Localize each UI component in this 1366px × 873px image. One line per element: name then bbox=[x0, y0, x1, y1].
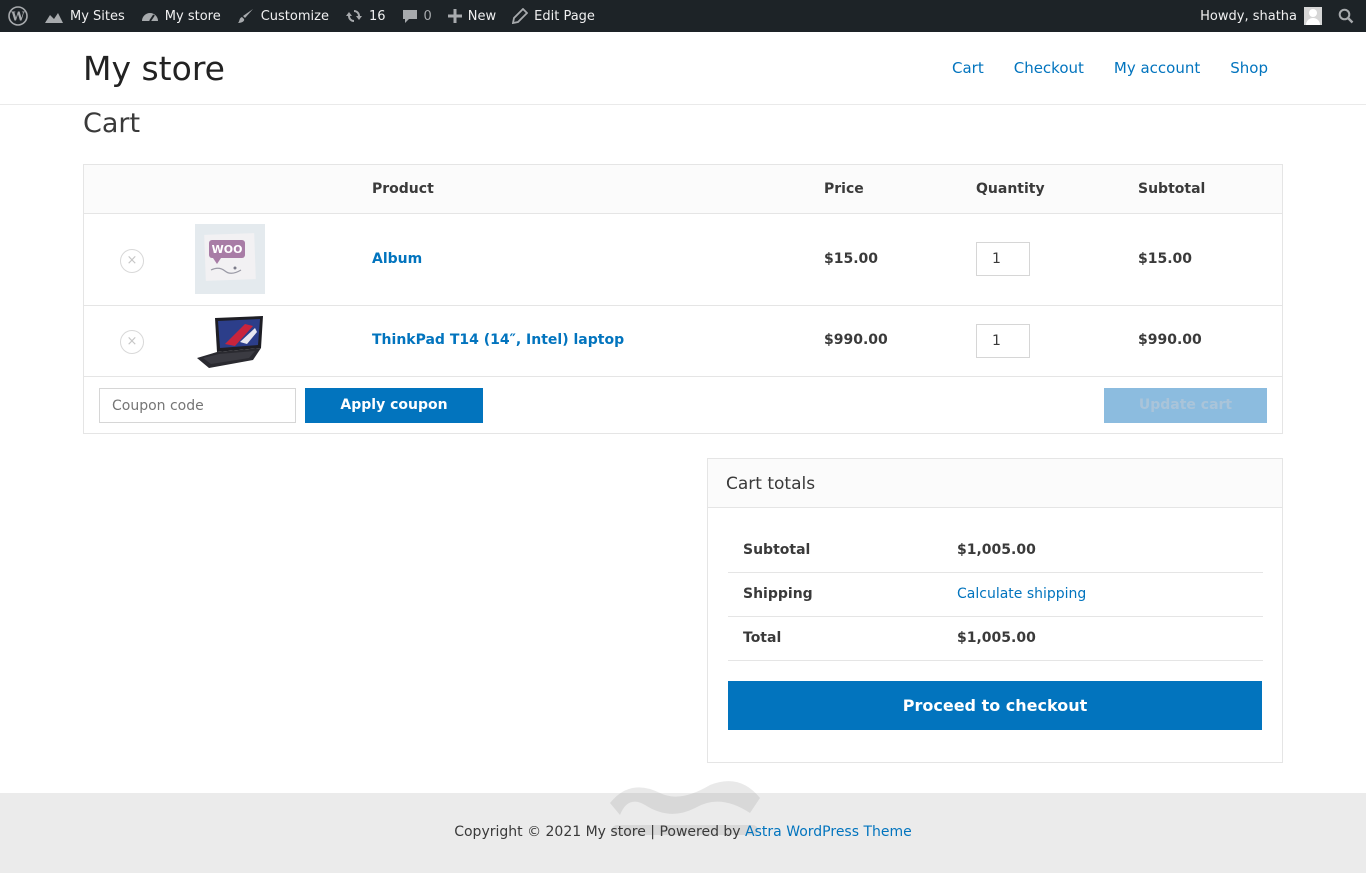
column-subtotal: Subtotal bbox=[1138, 181, 1206, 197]
footer-text: Copyright © 2021 My store | Powered by bbox=[454, 824, 741, 840]
paintbrush-icon bbox=[237, 9, 253, 23]
admin-bar: W My Sites My store Customize 16 0 New E… bbox=[0, 0, 1366, 32]
cart-table: Product Price Quantity Subtotal × WOO Al… bbox=[83, 164, 1283, 434]
my-store-menu[interactable]: My store bbox=[133, 0, 229, 32]
nav-shop[interactable]: Shop bbox=[1230, 59, 1268, 77]
search-icon bbox=[1338, 8, 1354, 24]
apply-coupon-button[interactable]: Apply coupon bbox=[305, 388, 483, 423]
item-subtotal: $15.00 bbox=[1138, 251, 1193, 267]
new-label: New bbox=[467, 8, 497, 24]
update-cart-button[interactable]: Update cart bbox=[1104, 388, 1267, 423]
item-price: $15.00 bbox=[824, 251, 879, 267]
item-price: $990.00 bbox=[824, 332, 888, 348]
laptop-image bbox=[197, 316, 263, 368]
comments-menu[interactable]: 0 bbox=[394, 0, 440, 32]
main-nav: Cart Checkout My account Shop bbox=[922, 59, 1268, 77]
edit-page-menu[interactable]: Edit Page bbox=[504, 0, 603, 32]
nav-my-account[interactable]: My account bbox=[1114, 59, 1200, 77]
avatar bbox=[1304, 7, 1322, 25]
svg-text:W: W bbox=[10, 10, 25, 24]
svg-text:WOO: WOO bbox=[212, 243, 243, 256]
site-title[interactable]: My store bbox=[83, 49, 225, 88]
calculate-shipping-link[interactable]: Calculate shipping bbox=[957, 586, 1086, 602]
site-header: My store Cart Checkout My account Shop bbox=[0, 32, 1366, 105]
cart-item-row: × ThinkPad T14 (14″, Intel) laptop $990.… bbox=[84, 306, 1282, 377]
comments-count: 0 bbox=[423, 8, 432, 24]
pencil-icon bbox=[512, 8, 529, 24]
product-link-thinkpad[interactable]: ThinkPad T14 (14″, Intel) laptop bbox=[372, 332, 624, 348]
item-subtotal: $990.00 bbox=[1138, 332, 1202, 348]
column-price: Price bbox=[824, 181, 864, 197]
wordpress-logo-button[interactable]: W bbox=[0, 0, 36, 32]
account-menu[interactable]: Howdy, shatha bbox=[1192, 0, 1330, 32]
plus-icon bbox=[447, 9, 462, 23]
totals-value: $1,005.00 bbox=[957, 630, 1036, 646]
album-image: WOO bbox=[204, 233, 256, 281]
totals-row-shipping: Shipping Calculate shipping bbox=[728, 573, 1263, 617]
cart-actions: Apply coupon Update cart bbox=[84, 377, 1282, 433]
footer-copyright: Copyright © 2021 My store | Powered by A… bbox=[0, 824, 1366, 840]
totals-label: Total bbox=[743, 630, 782, 646]
quantity-input[interactable]: 1 bbox=[976, 242, 1030, 276]
column-product: Product bbox=[372, 181, 434, 197]
search-button[interactable] bbox=[1330, 0, 1366, 32]
remove-item-button[interactable]: × bbox=[120, 249, 144, 273]
totals-label: Subtotal bbox=[743, 542, 811, 558]
comment-icon bbox=[402, 10, 417, 23]
my-sites-label: My Sites bbox=[70, 8, 125, 24]
my-sites-menu[interactable]: My Sites bbox=[36, 0, 133, 32]
new-content-menu[interactable]: New bbox=[440, 0, 504, 32]
album-thumbnail[interactable]: WOO bbox=[195, 224, 265, 294]
column-quantity: Quantity bbox=[976, 181, 1045, 197]
dashboard-icon bbox=[141, 13, 158, 22]
cart-totals-heading: Cart totals bbox=[708, 459, 1282, 508]
updates-count: 16 bbox=[368, 8, 386, 24]
page-title: Cart bbox=[83, 108, 141, 139]
footer-theme-link[interactable]: Astra WordPress Theme bbox=[745, 824, 912, 840]
watermark-logo bbox=[610, 781, 760, 835]
totals-label: Shipping bbox=[743, 586, 813, 602]
my-store-label: My store bbox=[164, 8, 221, 24]
sites-icon bbox=[45, 13, 63, 23]
site-footer: Copyright © 2021 My store | Powered by A… bbox=[0, 781, 1366, 873]
customize-label: Customize bbox=[260, 8, 329, 24]
proceed-to-checkout-button[interactable]: Proceed to checkout bbox=[728, 681, 1262, 730]
laptop-thumbnail[interactable] bbox=[195, 314, 265, 370]
remove-item-button[interactable]: × bbox=[120, 330, 144, 354]
updates-icon bbox=[345, 10, 362, 22]
cart-totals: Cart totals Subtotal $1,005.00 Shipping … bbox=[707, 458, 1283, 763]
howdy-label: Howdy, shatha bbox=[1200, 8, 1297, 24]
cart-table-header: Product Price Quantity Subtotal bbox=[84, 165, 1282, 214]
quantity-input[interactable]: 1 bbox=[976, 324, 1030, 358]
wordpress-icon: W bbox=[8, 6, 28, 26]
cart-item-row: × WOO Album $15.00 1 $15.00 bbox=[84, 214, 1282, 306]
coupon-code-input[interactable] bbox=[99, 388, 296, 423]
edit-page-label: Edit Page bbox=[534, 8, 595, 24]
nav-cart[interactable]: Cart bbox=[952, 59, 984, 77]
updates-menu[interactable]: 16 bbox=[337, 0, 394, 32]
totals-row-subtotal: Subtotal $1,005.00 bbox=[728, 529, 1263, 573]
nav-checkout[interactable]: Checkout bbox=[1014, 59, 1084, 77]
product-link-album[interactable]: Album bbox=[372, 251, 422, 267]
totals-value: $1,005.00 bbox=[957, 542, 1036, 558]
customize-menu[interactable]: Customize bbox=[229, 0, 337, 32]
totals-row-total: Total $1,005.00 bbox=[728, 617, 1263, 661]
